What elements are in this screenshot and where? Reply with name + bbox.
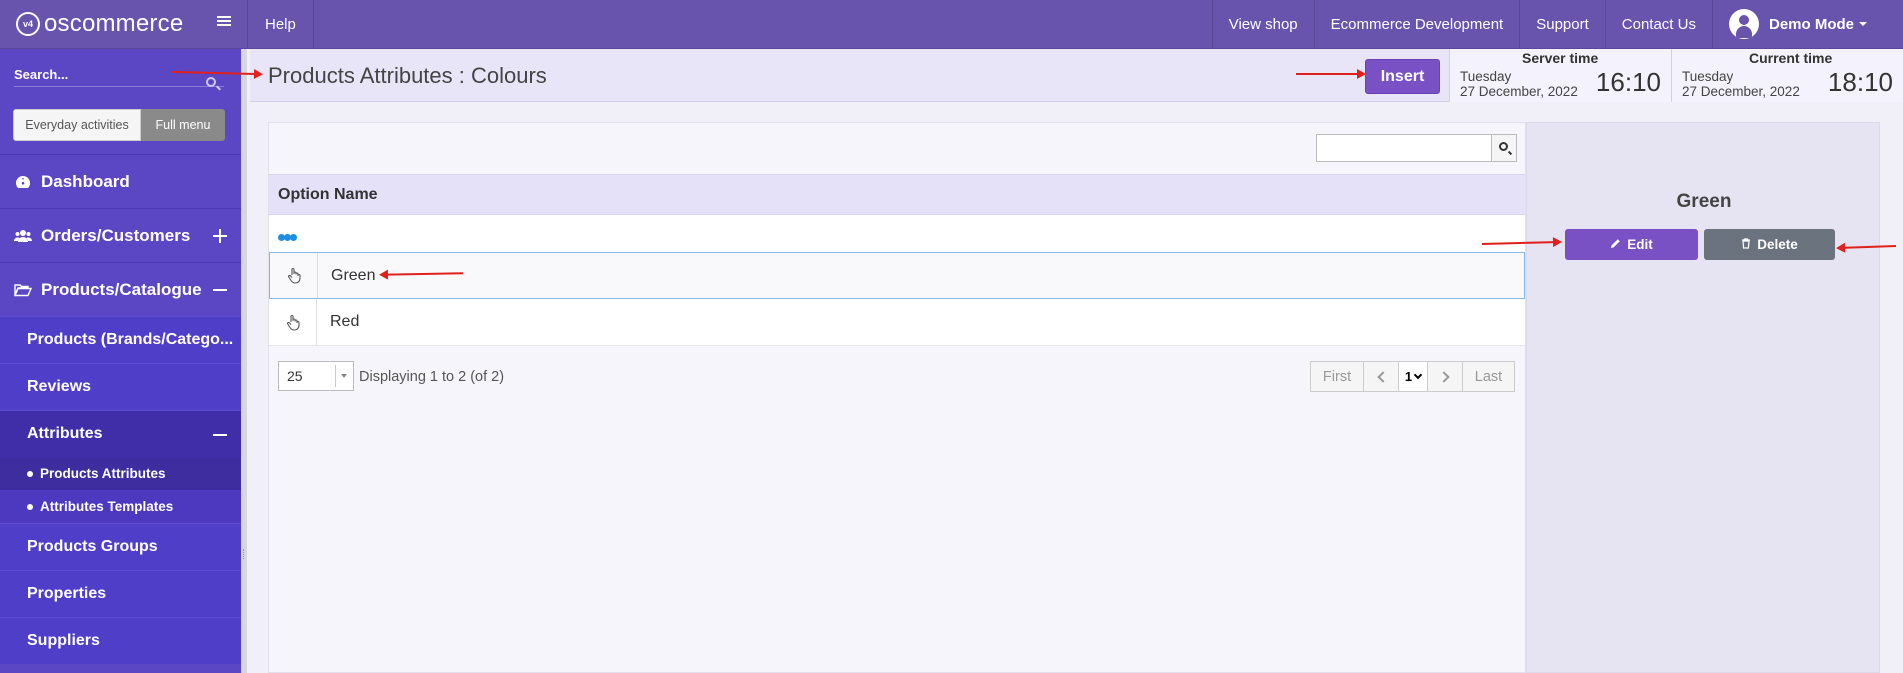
current-time-box: Current time Tuesday 27 December, 2022 1… [1671,49,1903,102]
last-page-button[interactable]: Last [1462,361,1515,392]
sidebar-item-reviews[interactable]: Reviews [0,363,241,410]
ecommerce-development-link[interactable]: Ecommerce Development [1313,0,1520,48]
user-name: Demo Mode [1768,15,1854,33]
selected-option-title: Green [1676,191,1732,212]
support-link[interactable]: Support [1519,0,1605,48]
everyday-activities-button[interactable]: Everyday activities [13,109,141,141]
next-page-button[interactable] [1427,361,1463,392]
hamburger-menu-icon[interactable] [217,14,231,28]
current-time-date: 27 December, 2022 [1682,84,1800,99]
caret-down-icon [1859,22,1867,26]
page-title: Products Attributes : Colours [268,63,547,88]
search-icon[interactable] [206,77,216,87]
annotation-arrow [1296,69,1366,79]
sidebar-item-orders-customers[interactable]: Orders/Customers [0,208,241,262]
server-time-box: Server time Tuesday 27 December, 2022 16… [1449,49,1671,102]
drag-handle-icon[interactable] [270,253,318,298]
edit-button[interactable]: Edit [1565,229,1698,260]
dashboard-icon [14,174,32,190]
current-time-label: Current time [1749,50,1833,66]
folder-open-icon [14,282,32,298]
pagination: First 1 Last [1310,361,1515,392]
current-time-clock: 18:10 [1827,67,1893,97]
server-time-day: Tuesday [1460,69,1512,84]
option-name: Green [331,267,376,284]
chevron-left-icon [1376,370,1389,383]
sidebar: Everyday activities Full menu Dashboard … [0,49,241,673]
trash-icon [1741,237,1751,252]
server-time-date: 27 December, 2022 [1460,84,1578,99]
user-avatar-icon [1728,9,1759,39]
sidebar-item-products-attributes[interactable]: Products Attributes [0,457,241,490]
table-search-button[interactable] [1491,134,1517,162]
top-navbar: v4 oscommerce Help View shop Ecommerce D… [0,0,1903,49]
sidebar-resize-handle[interactable] [241,49,247,673]
option-name: Red [330,313,360,330]
sidebar-item-products-brands[interactable]: Products (Brands/Catego... [0,316,241,363]
logo-text[interactable]: oscommerce [44,10,183,38]
server-time-clock: 16:10 [1595,67,1661,97]
table-row[interactable]: Red [269,299,1525,346]
sidebar-item-label: Products/Catalogue [41,279,202,299]
view-shop-link[interactable]: View shop [1211,0,1314,48]
pagination-info: Displaying 1 to 2 (of 2) [359,369,505,385]
sidebar-item-products-groups[interactable]: Products Groups [0,523,241,570]
table-row[interactable]: Green [269,252,1525,299]
user-menu[interactable]: Demo Mode [1711,0,1903,48]
page-select[interactable]: 1 [1398,361,1428,392]
sidebar-item-label: Orders/Customers [41,225,191,245]
users-icon [14,228,32,244]
per-page-value: 25 [287,368,303,384]
sidebar-item-label: Products Attributes [40,466,166,481]
collapse-minus-icon[interactable] [213,434,227,436]
pencil-icon [1610,238,1621,252]
table-search-input[interactable] [1316,134,1492,162]
drag-handle-icon[interactable] [269,299,317,345]
sidebar-menu: Dashboard Orders/Customers Products/Cata… [0,154,241,664]
page-header: Products Attributes : Colours Insert Ser… [250,49,1903,102]
previous-page-button[interactable] [1363,361,1399,392]
chevron-right-icon [1437,370,1450,383]
current-time-day: Tuesday [1682,69,1734,84]
logo-area: v4 oscommerce [0,0,248,48]
sidebar-item-attributes-templates[interactable]: Attributes Templates [0,490,241,523]
logo-icon: v4 [16,12,40,36]
sidebar-item-properties[interactable]: Properties [0,570,241,617]
expand-plus-icon[interactable] [213,229,227,243]
parent-level-row[interactable] [269,215,1525,252]
contact-us-link[interactable]: Contact Us [1604,0,1712,48]
sidebar-search-input[interactable] [14,63,224,87]
column-header-option-name[interactable]: Option Name [269,174,1525,215]
sidebar-item-suppliers[interactable]: Suppliers [0,617,241,664]
detail-panel: Green Edit Delete [1526,122,1880,673]
bullet-icon [27,470,33,477]
server-time-label: Server time [1522,50,1599,66]
chevron-down-icon [1413,370,1423,380]
sidebar-search [0,49,241,101]
bullet-icon [27,503,33,510]
sidebar-item-label: Dashboard [41,171,130,191]
sidebar-item-products-catalogue[interactable]: Products/Catalogue [0,262,241,316]
first-page-button[interactable]: First [1310,361,1364,392]
menu-mode-toggle: Everyday activities Full menu [13,109,241,141]
search-icon [1499,142,1508,151]
collapse-minus-icon[interactable] [213,289,227,291]
help-link[interactable]: Help [248,0,314,48]
full-menu-button[interactable]: Full menu [141,109,225,141]
sidebar-item-attributes[interactable]: Attributes [0,410,241,457]
per-page-select[interactable]: 25 [278,361,354,391]
dropdown-arrow-icon [341,374,347,378]
sidebar-item-dashboard[interactable]: Dashboard [0,154,241,208]
sidebar-item-label: Attributes Templates [40,499,174,514]
options-table-panel: Option Name Green Red 25 Displaying 1 to… [268,122,1526,673]
sidebar-item-label: Attributes [27,425,103,442]
insert-button[interactable]: Insert [1365,59,1440,94]
delete-button[interactable]: Delete [1704,229,1835,260]
